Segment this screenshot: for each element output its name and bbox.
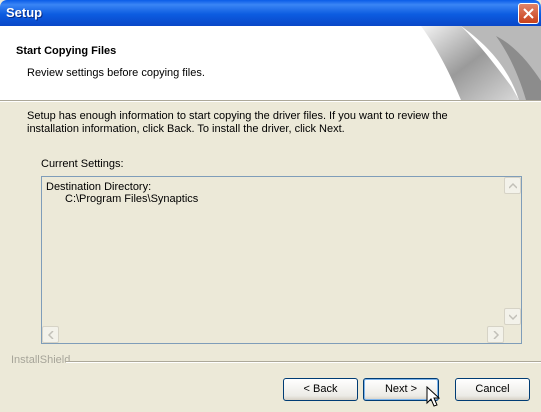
scroll-down-button[interactable] (504, 308, 521, 325)
vertical-scrollbar[interactable] (504, 177, 521, 325)
scroll-down-arrow-icon (509, 314, 517, 321)
description-line-1: Setup has enough information to start co… (27, 110, 448, 122)
current-settings-label: Current Settings: (41, 158, 124, 170)
title-bar[interactable]: Setup (0, 0, 541, 26)
header-title: Start Copying Files (16, 45, 117, 57)
header-divider (0, 100, 541, 102)
cancel-button[interactable]: Cancel (455, 378, 530, 401)
scroll-left-button[interactable] (42, 326, 59, 343)
settings-line-2: C:\Program Files\Synaptics (65, 193, 199, 205)
back-button[interactable]: < Back (283, 378, 358, 401)
window-title: Setup (6, 5, 43, 20)
description-text: Setup has enough information to start co… (27, 110, 507, 136)
settings-line-1: Destination Directory: (46, 181, 152, 193)
footer-divider (66, 361, 541, 363)
scroll-up-button[interactable] (504, 177, 521, 194)
scroll-right-arrow-icon (493, 331, 500, 339)
header-graphic-icon (421, 26, 541, 100)
scrollbar-corner (504, 326, 521, 343)
current-settings-textbox[interactable]: Destination Directory: C:\Program Files\… (41, 176, 522, 344)
scroll-left-arrow-icon (47, 331, 54, 339)
close-icon (523, 8, 534, 19)
dialog-header: Start Copying Files Review settings befo… (0, 26, 541, 100)
close-button[interactable] (518, 3, 539, 24)
horizontal-scrollbar[interactable] (42, 326, 504, 343)
installshield-label: InstallShield (11, 354, 71, 366)
header-subtitle: Review settings before copying files. (27, 67, 205, 79)
scroll-right-button[interactable] (487, 326, 504, 343)
description-line-2: installation information, click Back. To… (27, 123, 345, 135)
mouse-cursor-icon (426, 386, 440, 407)
scroll-up-arrow-icon (509, 182, 517, 189)
settings-content: Destination Directory: C:\Program Files\… (46, 181, 198, 205)
